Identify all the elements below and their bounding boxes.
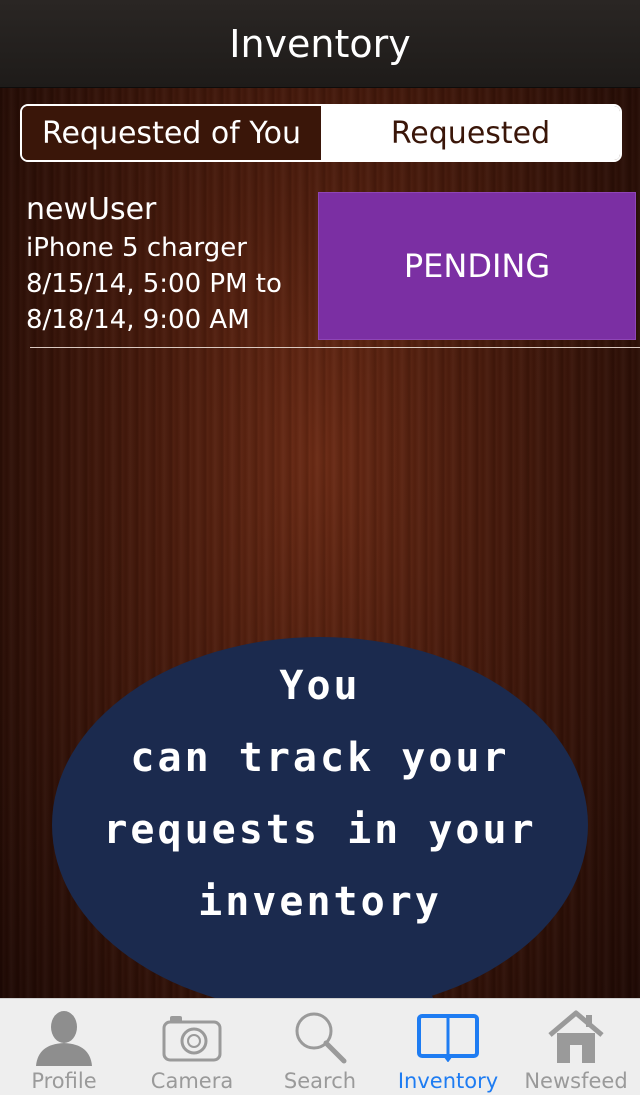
magnifier-icon — [288, 1007, 352, 1067]
request-details: newUser iPhone 5 charger 8/15/14, 5:00 P… — [26, 190, 282, 338]
tab-label: Camera — [150, 1069, 234, 1093]
tab-label: Newsfeed — [524, 1069, 628, 1093]
pending-status-button[interactable]: PENDING — [318, 192, 636, 340]
segment-requested-of-you[interactable]: Requested of You — [22, 106, 321, 160]
camera-icon — [160, 1007, 224, 1067]
tab-profile[interactable]: Profile — [0, 999, 128, 1095]
tab-label: Inventory — [397, 1069, 499, 1093]
tab-camera[interactable]: Camera — [128, 999, 256, 1095]
tab-newsfeed[interactable]: Newsfeed — [512, 999, 640, 1095]
tip-text: You can track your requests in your inve… — [40, 650, 600, 938]
request-date-end: 8/18/14, 9:00 AM — [26, 305, 250, 335]
request-date-start: 8/15/14, 5:00 PM to — [26, 269, 282, 299]
page-title: Inventory — [229, 21, 411, 66]
tip-line: You — [279, 663, 361, 709]
request-item: iPhone 5 charger — [26, 233, 247, 263]
home-icon — [544, 1007, 608, 1067]
book-icon — [416, 1007, 480, 1067]
tab-inventory[interactable]: Inventory — [384, 999, 512, 1095]
request-user: newUser — [26, 192, 157, 227]
row-divider — [30, 347, 640, 348]
tab-label: Search — [283, 1069, 357, 1093]
navigation-bar: Inventory — [0, 0, 640, 88]
tip-line: inventory — [198, 879, 442, 925]
segment-requested[interactable]: Requested — [321, 106, 620, 160]
tip-speech-bubble: You can track your requests in your inve… — [0, 630, 640, 1020]
tab-search[interactable]: Search — [256, 999, 384, 1095]
tip-line: can track your — [130, 735, 510, 781]
person-icon — [32, 1007, 96, 1067]
tab-label: Profile — [31, 1069, 97, 1093]
request-row[interactable]: newUser iPhone 5 charger 8/15/14, 5:00 P… — [0, 190, 640, 348]
tip-line: requests in your — [103, 807, 537, 853]
tab-bar: Profile Camera Search Inventory Newsfeed — [0, 998, 640, 1095]
segmented-control: Requested of You Requested — [20, 104, 622, 162]
